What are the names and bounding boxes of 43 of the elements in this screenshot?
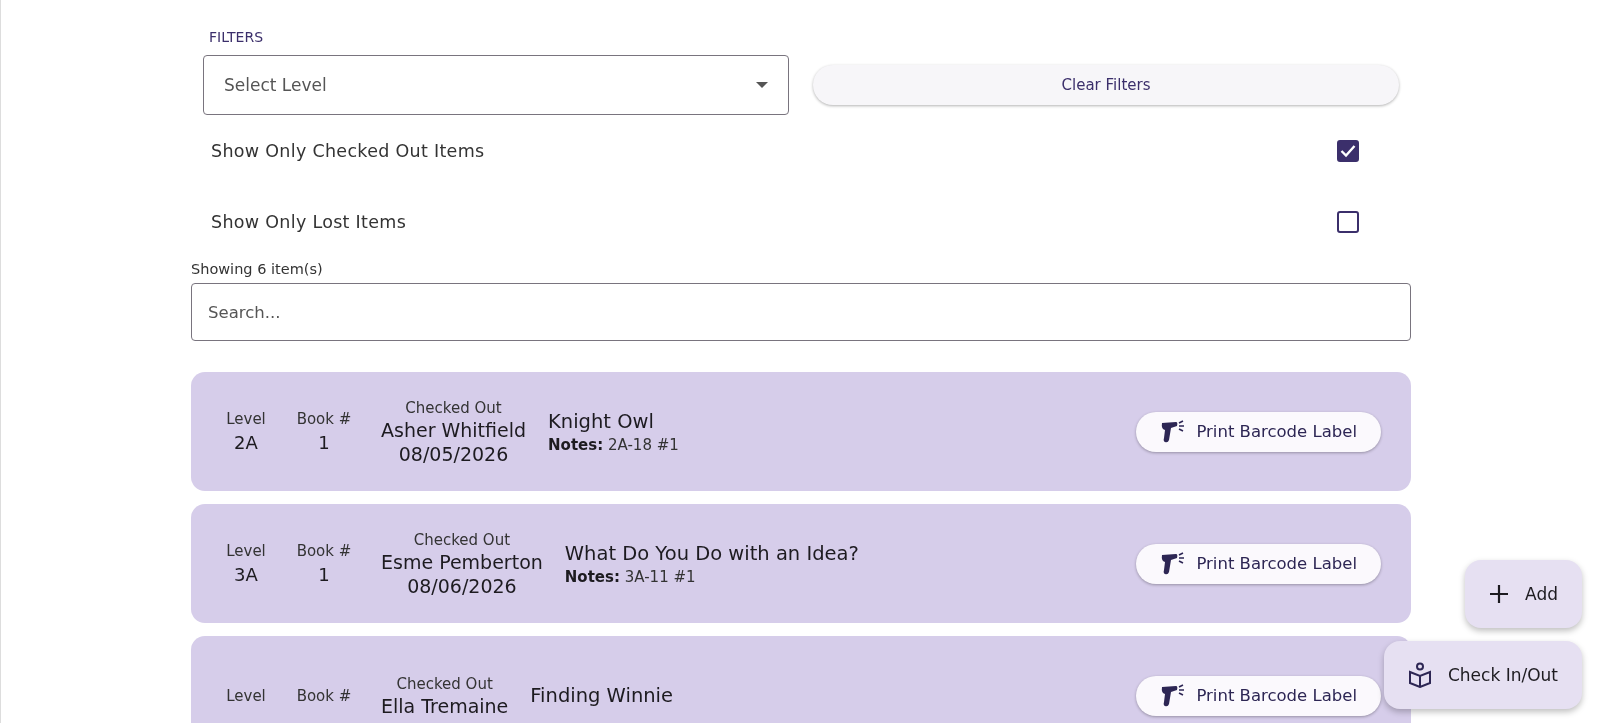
level-label: Level xyxy=(226,410,266,428)
toggle-label: Show Only Checked Out Items xyxy=(211,140,485,161)
borrower-name: Asher Whitfield xyxy=(381,418,527,441)
checkinout-button[interactable]: Check In/Out xyxy=(1383,641,1582,709)
plus-icon xyxy=(1489,584,1510,604)
level-value: 3A xyxy=(234,564,258,585)
level-select[interactable]: Select Level xyxy=(203,55,789,115)
book-notes: Notes: 2A-18 #1 xyxy=(548,435,680,454)
book-person-icon xyxy=(1407,662,1432,688)
scanner-icon xyxy=(1160,551,1187,576)
status-label: Checked Out xyxy=(413,530,511,549)
add-button[interactable]: Add xyxy=(1465,560,1582,628)
book-number-value: 1 xyxy=(318,564,330,585)
print-barcode-button[interactable]: Print Barcode Label xyxy=(1136,675,1381,716)
print-barcode-button[interactable]: Print Barcode Label xyxy=(1136,411,1381,452)
level-label: Level xyxy=(226,542,266,560)
dropdown-caret-icon xyxy=(756,82,768,88)
book-number-label: Book # xyxy=(296,542,352,560)
item-count: Showing 6 item(s) xyxy=(191,261,323,277)
book-number-value: 1 xyxy=(318,432,330,453)
book-number-label: Book # xyxy=(296,410,352,428)
checkbox[interactable] xyxy=(1337,139,1359,162)
checkout-date: 08/06/2026 xyxy=(407,574,517,597)
scanner-icon xyxy=(1160,419,1187,444)
borrower-name: Ella Tremaine xyxy=(381,694,509,717)
clear-filters-button[interactable]: Clear Filters xyxy=(813,65,1399,105)
checkout-date: 08/05/2026 xyxy=(398,442,509,465)
status-label: Checked Out xyxy=(396,674,493,693)
status-label: Checked Out xyxy=(405,398,502,417)
level-value: 2A xyxy=(234,432,258,453)
print-barcode-button[interactable]: Print Barcode Label xyxy=(1136,543,1381,584)
level-label: Level xyxy=(226,686,266,705)
filters-heading: FILTERS xyxy=(209,29,264,45)
search-field[interactable]: Search... xyxy=(191,283,1411,341)
toggle-label: Show Only Lost Items xyxy=(211,211,407,232)
book-title: What Do You Do with an Idea? xyxy=(564,541,860,565)
book-notes: Notes: 3A-11 #1 xyxy=(564,567,697,586)
borrower-name: Esme Pemberton xyxy=(381,550,543,573)
book-title: Finding Winnie xyxy=(530,684,675,707)
book-number-label: Book # xyxy=(296,686,352,705)
book-title: Knight Owl xyxy=(548,409,655,433)
checkbox[interactable] xyxy=(1337,210,1359,233)
scanner-icon xyxy=(1160,683,1187,708)
